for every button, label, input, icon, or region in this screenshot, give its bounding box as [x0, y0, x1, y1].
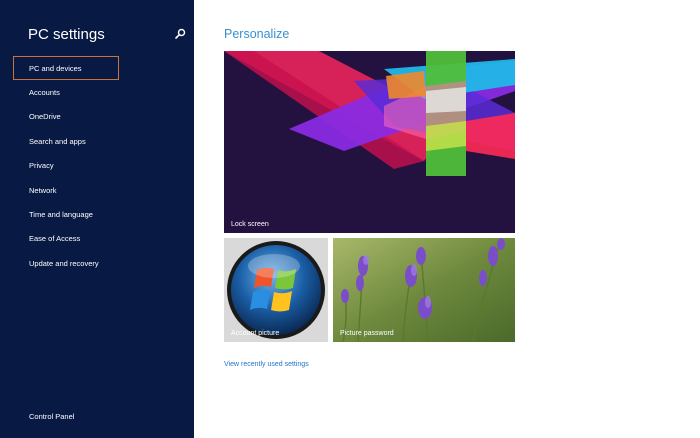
lock-screen-label: Lock screen [231, 221, 269, 228]
sidebar-nav: PC and devices Accounts OneDrive Search … [0, 56, 194, 276]
sidebar-item-time-and-language[interactable]: Time and language [0, 203, 194, 227]
sidebar-item-onedrive[interactable]: OneDrive [0, 105, 194, 129]
sidebar-title: PC settings [28, 26, 105, 43]
sidebar-item-pc-and-devices[interactable]: PC and devices [13, 56, 119, 80]
sidebar-item-search-and-apps[interactable]: Search and apps [0, 130, 194, 154]
lock-screen-tile[interactable]: Lock screen [224, 51, 515, 233]
page-title: Personalize [224, 27, 290, 41]
sidebar-item-update-and-recovery[interactable]: Update and recovery [0, 252, 194, 276]
sidebar-item-accounts[interactable]: Accounts [0, 81, 194, 105]
account-picture-tile[interactable]: Account picture [224, 238, 328, 342]
lock-screen-image [224, 51, 515, 233]
windows-logo-icon [224, 238, 328, 342]
sidebar-item-ease-of-access[interactable]: Ease of Access [0, 227, 194, 251]
control-panel-link[interactable]: Control Panel [29, 412, 74, 421]
picture-password-label: Picture password [340, 330, 394, 337]
sidebar: PC settings PC and devices Accounts OneD… [0, 0, 194, 438]
lavender-image [333, 238, 515, 342]
sidebar-item-network[interactable]: Network [0, 179, 194, 203]
view-recent-settings-link[interactable]: View recently used settings [224, 361, 309, 368]
account-picture-label: Account picture [231, 330, 280, 337]
picture-password-tile[interactable]: Picture password [333, 238, 515, 342]
search-icon[interactable] [173, 27, 187, 41]
sidebar-item-privacy[interactable]: Privacy [0, 154, 194, 178]
